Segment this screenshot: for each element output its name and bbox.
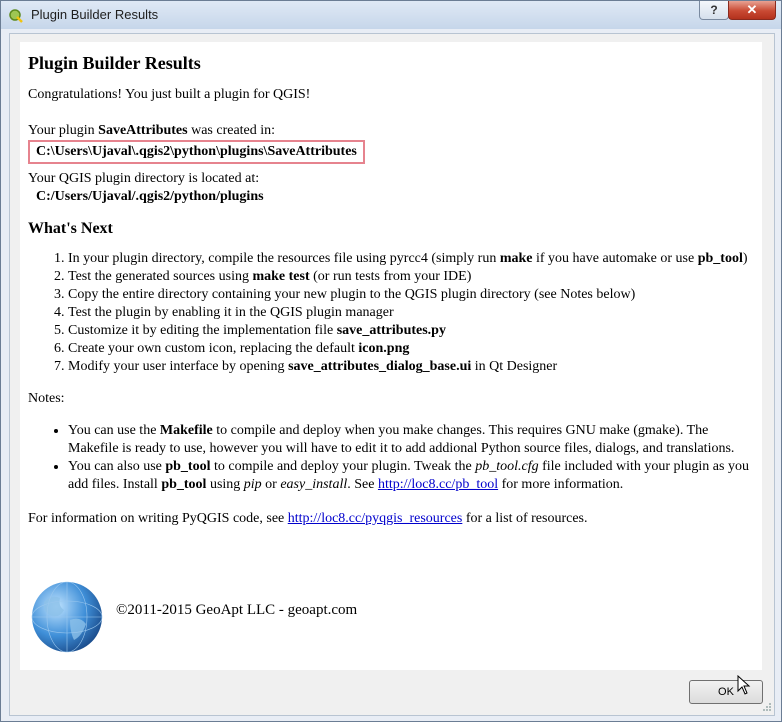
- step-item: In your plugin directory, compile the re…: [68, 250, 760, 268]
- created-path-row: C:\Users\Ujaval\.qgis2\python\plugins\Sa…: [28, 140, 760, 164]
- plugin-name: SaveAttributes: [98, 123, 188, 138]
- created-suffix: was created in:: [187, 123, 276, 138]
- created-prefix: Your plugin: [28, 123, 99, 138]
- created-path-highlight: C:\Users\Ujaval\.qgis2\python\plugins\Sa…: [28, 140, 365, 164]
- help-button[interactable]: ?: [699, 1, 729, 20]
- plugin-dir-label: Your QGIS plugin directory is located at…: [28, 171, 260, 186]
- globe-icon: [31, 581, 103, 653]
- note-item: You can use the Makefile to compile and …: [68, 422, 760, 458]
- whats-next-heading: What's Next: [28, 220, 113, 237]
- results-content: Plugin Builder Results Congratulations! …: [28, 52, 760, 528]
- mouse-cursor-icon: [737, 675, 751, 695]
- info-text: For information on writing PyQGIS code, …: [28, 511, 588, 526]
- congrats-text: Congratulations! You just built a plugin…: [28, 87, 311, 102]
- resize-grip-icon[interactable]: [762, 702, 772, 712]
- step-item: Copy the entire directory containing you…: [68, 286, 760, 304]
- window-title: Plugin Builder Results: [31, 7, 159, 22]
- pyqgis-resources-link[interactable]: http://loc8.cc/pyqgis_resources: [288, 511, 463, 526]
- qgis-icon: [9, 9, 23, 23]
- pb-tool-link[interactable]: http://loc8.cc/pb_tool: [378, 477, 498, 492]
- steps-list: In your plugin directory, compile the re…: [28, 250, 760, 376]
- step-item: Test the generated sources using make te…: [68, 268, 760, 286]
- step-item: Customize it by editing the implementati…: [68, 322, 760, 340]
- ok-button[interactable]: OK: [689, 680, 763, 704]
- step-item: Test the plugin by enabling it in the QG…: [68, 304, 760, 322]
- step-item: Create your own custom icon, replacing t…: [68, 340, 760, 358]
- page-heading: Plugin Builder Results: [28, 53, 201, 73]
- plugin-builder-results-window: Plugin Builder Results ? ✕ Plugin Builde…: [0, 0, 782, 722]
- results-text-browser[interactable]: Plugin Builder Results Congratulations! …: [20, 42, 762, 670]
- close-button[interactable]: ✕: [728, 1, 776, 20]
- step-item: Modify your user interface by opening sa…: [68, 358, 760, 376]
- title-bar[interactable]: Plugin Builder Results ? ✕: [1, 1, 781, 29]
- note-item: You can also use pb_tool to compile and …: [68, 458, 760, 494]
- created-in-text: Your plugin SaveAttributes was created i…: [28, 122, 760, 140]
- dialog-client-area: Plugin Builder Results Congratulations! …: [9, 33, 775, 716]
- copyright-text: ©2011-2015 GeoApt LLC - geoapt.com: [116, 602, 358, 618]
- notes-label: Notes:: [28, 391, 65, 406]
- plugin-dir-path: C:/Users/Ujaval/.qgis2/python/plugins: [36, 189, 264, 204]
- notes-list: You can use the Makefile to compile and …: [28, 422, 760, 494]
